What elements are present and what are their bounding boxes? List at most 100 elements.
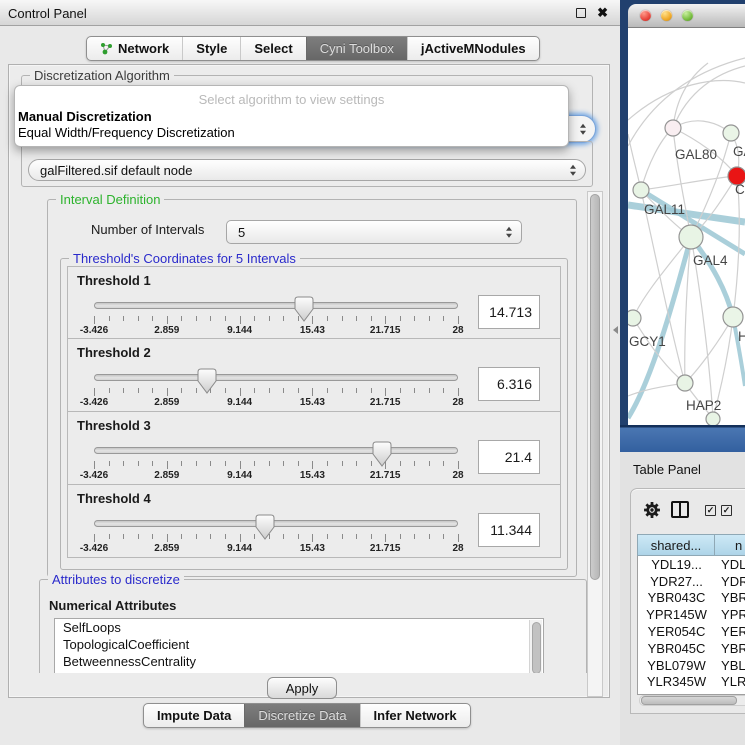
slider-track[interactable]	[94, 520, 458, 527]
desktop-background	[620, 425, 745, 452]
settings-gear-icon[interactable]	[643, 501, 661, 519]
slider-track[interactable]	[94, 374, 458, 381]
slider-handle[interactable]	[197, 368, 217, 394]
cell-shared-name[interactable]: YPR145W	[638, 607, 715, 622]
num-intervals-combobox[interactable]: 5	[226, 220, 522, 244]
network-edge[interactable]	[673, 121, 731, 133]
tick-mark	[152, 388, 153, 393]
network-window-titlebar[interactable]	[628, 4, 745, 28]
cell-shared-name[interactable]: YBR043C	[638, 590, 715, 605]
cell-name[interactable]: YDL1	[715, 557, 745, 572]
split-columns-icon[interactable]	[671, 501, 689, 518]
popup-item-manual-discretization[interactable]: Manual Discretization	[15, 108, 568, 124]
cell-shared-name[interactable]: YER054C	[638, 624, 715, 639]
network-edge[interactable]	[641, 176, 737, 190]
tab-cyni-toolbox[interactable]: Cyni Toolbox	[306, 37, 407, 60]
float-window-icon[interactable]	[576, 8, 586, 18]
network-edge[interactable]	[641, 128, 673, 190]
network-node[interactable]	[633, 182, 649, 198]
checkbox-icon[interactable]: ✓	[705, 505, 716, 516]
table-row[interactable]: YLR345WYLR3	[638, 674, 745, 691]
close-traffic-light-icon[interactable]	[640, 10, 651, 21]
cell-name[interactable]: YBR0	[715, 590, 745, 605]
zoom-traffic-light-icon[interactable]	[682, 10, 693, 21]
tab-infer-network[interactable]: Infer Network	[360, 704, 470, 727]
tab-style[interactable]: Style	[182, 37, 240, 60]
cell-shared-name[interactable]: YLR345W	[638, 674, 715, 689]
panel-scrollbar[interactable]	[587, 191, 603, 697]
table-data-combobox[interactable]: galFiltered.sif default node	[28, 159, 586, 181]
table-horizontal-scrollbar[interactable]	[639, 695, 745, 706]
split-pane-collapse-icon[interactable]	[613, 326, 618, 334]
threshold-slider[interactable]: -3.4262.8599.14415.4321.71528	[94, 367, 458, 409]
slider-handle[interactable]	[294, 296, 314, 322]
attribute-list-item[interactable]: SelfLoops	[55, 619, 543, 636]
column-header-name[interactable]: n	[715, 534, 745, 556]
cell-shared-name[interactable]: YBL079W	[638, 658, 715, 673]
table-row[interactable]: YBR045CYBR0	[638, 640, 745, 657]
panel-scrollbar-thumb[interactable]	[590, 194, 600, 580]
threshold-slider[interactable]: -3.4262.8599.14415.4321.71528	[94, 295, 458, 337]
table-row[interactable]: YBL079WYBL0	[638, 657, 745, 674]
list-scrollbar-thumb[interactable]	[532, 622, 541, 673]
network-edge[interactable]	[628, 383, 685, 396]
slider-track[interactable]	[94, 302, 458, 309]
apply-button[interactable]: Apply	[267, 677, 337, 699]
table-row[interactable]: YDR27...YDR2	[638, 573, 745, 590]
cell-name[interactable]: YBR0	[715, 641, 745, 656]
threshold-value-field[interactable]: 14.713	[478, 295, 540, 329]
network-node[interactable]	[628, 310, 641, 326]
threshold-value-field[interactable]: 21.4	[478, 440, 540, 474]
table-row[interactable]: YER054CYER0	[638, 623, 745, 640]
cell-name[interactable]: YER0	[715, 624, 745, 639]
tab-jactivemnodules[interactable]: jActiveMNodules	[407, 37, 539, 60]
network-node[interactable]	[677, 375, 693, 391]
tab-impute-data[interactable]: Impute Data	[144, 704, 244, 727]
popup-item-equal-width-frequency[interactable]: Equal Width/Frequency Discretization	[15, 124, 568, 140]
group-title: Interval Definition	[56, 192, 164, 207]
cell-name[interactable]: YDR2	[715, 574, 745, 589]
attribute-list-item[interactable]: BetweennessCentrality	[55, 653, 543, 670]
tab-discretize-data[interactable]: Discretize Data	[244, 704, 359, 727]
threshold-slider[interactable]: -3.4262.8599.14415.4321.71528	[94, 513, 458, 555]
node-label: GCY1	[629, 334, 666, 349]
tick-mark	[429, 316, 430, 321]
table-row[interactable]: YBR043CYBR0	[638, 590, 745, 607]
slider-handle[interactable]	[255, 514, 275, 540]
tick-mark	[225, 388, 226, 393]
network-node[interactable]	[665, 120, 681, 136]
close-icon[interactable]: ✖	[597, 5, 608, 21]
threshold-slider[interactable]: -3.4262.8599.14415.4321.71528	[94, 440, 458, 482]
network-edge[interactable]	[673, 63, 708, 128]
slider-track[interactable]	[94, 447, 458, 454]
table-row[interactable]: YDL19...YDL1	[638, 556, 745, 573]
tick-mark	[385, 388, 386, 396]
cell-shared-name[interactable]: YBR045C	[638, 641, 715, 656]
slider-tick-labels: -3.4262.8599.14415.4321.71528	[94, 397, 458, 409]
checkbox-icon[interactable]: ✓	[721, 505, 732, 516]
tab-network[interactable]: Network	[87, 37, 182, 60]
table-scrollbar-thumb[interactable]	[641, 696, 737, 705]
cell-name[interactable]: YLR3	[715, 674, 745, 689]
network-node[interactable]	[706, 412, 720, 425]
cell-shared-name[interactable]: YDR27...	[638, 574, 715, 589]
network-node[interactable]	[679, 225, 703, 249]
column-header-shared-name[interactable]: shared...	[637, 534, 715, 556]
network-edge[interactable]	[673, 66, 745, 128]
cell-shared-name[interactable]: YDL19...	[638, 557, 715, 572]
network-node[interactable]	[723, 125, 739, 141]
list-scrollbar[interactable]	[529, 620, 542, 673]
attribute-list-item[interactable]: TopologicalCoefficient	[55, 636, 543, 653]
popup-placeholder-item[interactable]: Select algorithm to view settings	[15, 86, 568, 108]
network-canvas[interactable]: GAL80GACGAL11GAL4GCY1HHAP2	[628, 28, 745, 425]
numerical-attributes-list[interactable]: SelfLoopsTopologicalCoefficientBetweenne…	[54, 618, 544, 673]
minimize-traffic-light-icon[interactable]	[661, 10, 672, 21]
cell-name[interactable]: YPR1	[715, 607, 745, 622]
network-node[interactable]	[723, 307, 743, 327]
slider-handle[interactable]	[372, 441, 392, 467]
tab-select[interactable]: Select	[240, 37, 305, 60]
threshold-value-field[interactable]: 11.344	[478, 513, 540, 547]
table-row[interactable]: YPR145WYPR1	[638, 606, 745, 623]
threshold-value-field[interactable]: 6.316	[478, 367, 540, 401]
cell-name[interactable]: YBL0	[715, 658, 745, 673]
